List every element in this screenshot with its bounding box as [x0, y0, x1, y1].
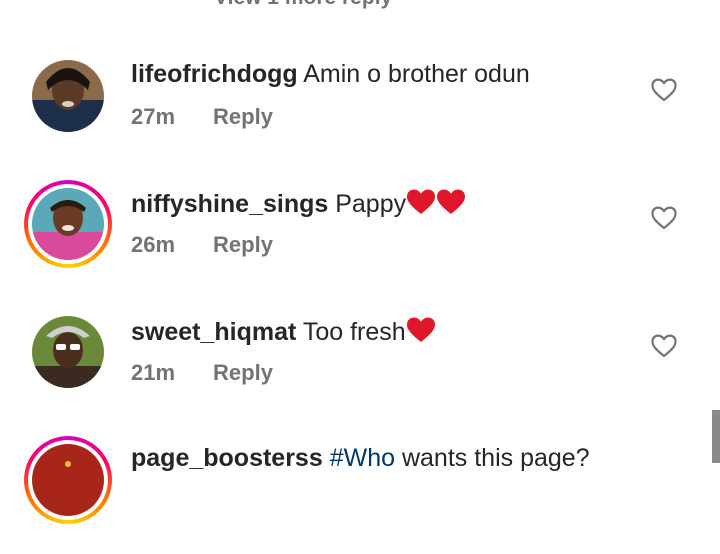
comment-meta: 21m Reply: [131, 360, 273, 386]
red-heart-emoji: [437, 189, 466, 214]
avatar-story-ring[interactable]: [24, 180, 112, 268]
red-heart-emoji: [406, 317, 435, 342]
comment-time: 26m: [131, 232, 176, 257]
comment-time: 21m: [131, 360, 176, 385]
comment-username[interactable]: lifeofrichdogg: [131, 60, 298, 88]
red-heart-emoji: [407, 189, 436, 214]
comment-item: sweet_hiqmat Too fresh 21m Reply: [0, 316, 720, 426]
comment-username[interactable]: sweet_hiqmat: [131, 318, 296, 346]
comment-text: wants this page?: [401, 444, 590, 472]
comment-line: niffyshine_sings Pappy: [131, 188, 466, 219]
reply-button[interactable]: Reply: [213, 360, 273, 385]
comment-line: lifeofrichdogg Amin o brother odun: [131, 60, 530, 89]
comment-username[interactable]: page_boosterss: [131, 444, 323, 472]
comment-item: lifeofrichdogg Amin o brother odun 27m Re…: [0, 60, 720, 170]
comment-username[interactable]: niffyshine_sings: [131, 190, 328, 218]
reply-button[interactable]: Reply: [213, 232, 273, 257]
heart-outline-icon[interactable]: [651, 334, 677, 358]
avatar-story-ring[interactable]: [24, 436, 112, 524]
avatar-image: [32, 316, 104, 388]
comment-item: niffyshine_sings Pappy 26m Reply: [0, 180, 720, 298]
comment-meta: 26m Reply: [131, 232, 273, 258]
comment-item: page_boosterss #Who wants this page?: [0, 436, 720, 554]
comment-line: sweet_hiqmat Too fresh: [131, 316, 436, 347]
avatar[interactable]: [32, 316, 104, 388]
comment-meta: 27m Reply: [131, 104, 273, 130]
reply-button[interactable]: Reply: [213, 104, 273, 129]
view-more-replies-link[interactable]: View 1 more reply: [214, 0, 392, 10]
heart-outline-icon[interactable]: [651, 206, 677, 230]
avatar-image: [32, 60, 104, 132]
avatar-image: [32, 188, 104, 260]
comment-time: 27m: [131, 104, 176, 129]
hashtag-link[interactable]: #Who: [330, 444, 395, 472]
avatar[interactable]: [32, 60, 104, 132]
avatar-image: [32, 444, 104, 516]
comment-text: Amin o brother odun: [303, 60, 530, 88]
comment-text: Pappy: [335, 190, 407, 218]
heart-outline-icon[interactable]: [651, 78, 677, 102]
comment-line: page_boosterss #Who wants this page?: [131, 444, 590, 473]
comment-text: Too fresh: [302, 318, 406, 346]
scrollbar[interactable]: [712, 410, 720, 463]
